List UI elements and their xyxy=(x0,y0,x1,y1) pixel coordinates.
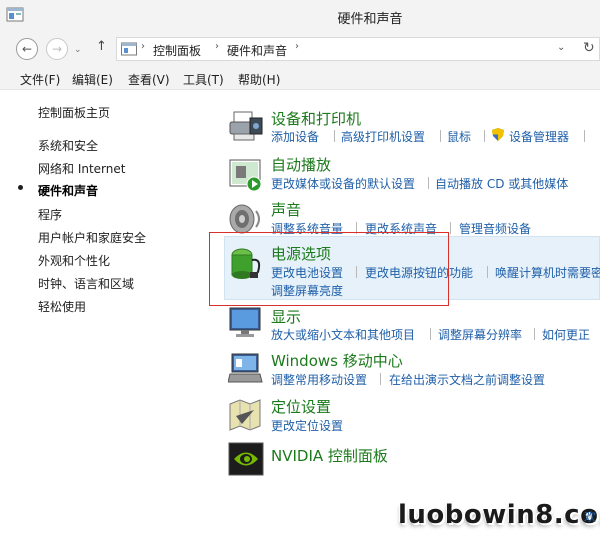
breadcrumb-separator: › xyxy=(295,41,299,52)
title-bar: 硬件和声音 xyxy=(0,0,600,32)
presentation-settings-link[interactable]: 在给出演示文档之前调整设置 xyxy=(389,371,545,388)
current-item-bullet xyxy=(18,185,23,190)
adjust-resolution-link[interactable]: 调整屏幕分辨率 xyxy=(438,326,522,343)
display-title[interactable]: 显示 xyxy=(271,306,301,327)
nav-network-internet[interactable]: 网络和 Internet xyxy=(38,160,125,177)
window-title: 硬件和声音 xyxy=(337,12,403,27)
link-separator xyxy=(450,222,451,234)
address-bar[interactable]: › 控制面板 › 硬件和声音 › ⌄ ↻ xyxy=(116,37,600,61)
menu-tools[interactable]: 工具(T) xyxy=(183,71,224,88)
location-icon[interactable] xyxy=(228,398,264,432)
make-text-larger-link[interactable]: 放大或缩小文本和其他项目 xyxy=(271,326,415,343)
adjust-mobility-settings-link[interactable]: 调整常用移动设置 xyxy=(271,371,367,388)
recent-locations-icon[interactable]: ⌄ xyxy=(74,45,82,55)
menu-help[interactable]: 帮助(H) xyxy=(238,71,280,88)
autoplay-cd-link[interactable]: 自动播放 CD 或其他媒体 xyxy=(435,175,568,192)
link-separator xyxy=(428,177,429,189)
link-separator xyxy=(584,130,585,142)
location-settings-title[interactable]: 定位设置 xyxy=(271,396,331,417)
nav-ease-of-access[interactable]: 轻松使用 xyxy=(38,298,86,315)
control-panel-icon xyxy=(121,42,137,56)
mobility-center-icon[interactable] xyxy=(228,352,264,386)
nav-system-security[interactable]: 系统和安全 xyxy=(38,137,98,154)
nav-clock-language-region[interactable]: 时钟、语言和区域 xyxy=(38,275,134,292)
link-separator xyxy=(380,373,381,385)
mobility-center-title[interactable]: Windows 移动中心 xyxy=(271,350,403,371)
link-separator xyxy=(484,130,485,142)
menu-view[interactable]: 查看(V) xyxy=(128,71,170,88)
menu-file[interactable]: 文件(F) xyxy=(20,71,60,88)
monitor-icon[interactable] xyxy=(228,306,264,340)
nav-control-panel-home[interactable]: 控制面板主页 xyxy=(38,104,110,121)
link-separator xyxy=(430,328,431,340)
refresh-icon[interactable]: ↻ xyxy=(583,40,595,56)
watermark-tail-text: 欢 xyxy=(584,510,597,524)
autoplay-icon[interactable] xyxy=(228,158,264,192)
breadcrumb-control-panel[interactable]: 控制面板 xyxy=(153,42,201,59)
autoplay-title[interactable]: 自动播放 xyxy=(271,154,331,175)
sound-title[interactable]: 声音 xyxy=(271,199,301,220)
link-separator xyxy=(534,328,535,340)
nav-appearance[interactable]: 外观和个性化 xyxy=(38,252,110,269)
breadcrumb-separator: › xyxy=(215,41,219,52)
mouse-link[interactable]: 鼠标 xyxy=(447,128,471,145)
nvidia-icon[interactable] xyxy=(228,442,264,476)
breadcrumb-hardware-sound[interactable]: 硬件和声音 xyxy=(227,42,287,59)
advanced-printer-setup-link[interactable]: 高级打印机设置 xyxy=(341,128,425,145)
speaker-icon[interactable] xyxy=(228,202,264,236)
manage-audio-devices-link[interactable]: 管理音频设备 xyxy=(459,220,531,237)
nav-hardware-sound: 硬件和声音 xyxy=(38,184,99,198)
link-separator xyxy=(440,130,441,142)
printer-icon[interactable] xyxy=(228,110,264,144)
change-media-defaults-link[interactable]: 更改媒体或设备的默认设置 xyxy=(271,175,415,192)
up-button[interactable]: ↑ xyxy=(96,39,107,54)
change-location-settings-link[interactable]: 更改定位设置 xyxy=(271,417,343,434)
link-separator xyxy=(334,130,335,142)
breadcrumb-separator: › xyxy=(141,41,145,52)
add-device-link[interactable]: 添加设备 xyxy=(271,128,319,145)
device-manager-link[interactable]: 设备管理器 xyxy=(509,128,569,145)
watermark-text: luobowin8.com xyxy=(398,500,600,530)
annotation-red-box xyxy=(209,232,449,306)
devices-printers-title[interactable]: 设备和打印机 xyxy=(271,108,361,129)
back-button[interactable]: ← xyxy=(16,38,38,60)
menu-edit[interactable]: 编辑(E) xyxy=(72,71,113,88)
require-password-on-wake-link[interactable]: 唤醒计算机时需要密 xyxy=(495,264,600,281)
shield-icon xyxy=(492,128,504,141)
navigation-bar: ← → ⌄ ↑ › 控制面板 › 硬件和声音 › ⌄ ↻ xyxy=(0,32,600,66)
forward-button[interactable]: → xyxy=(46,38,68,60)
nav-programs[interactable]: 程序 xyxy=(38,206,62,223)
menu-bar: 文件(F) 编辑(E) 查看(V) 工具(T) 帮助(H) xyxy=(0,66,600,90)
how-to-correct-link[interactable]: 如何更正 xyxy=(542,326,590,343)
address-dropdown-icon[interactable]: ⌄ xyxy=(557,42,565,53)
link-separator xyxy=(487,266,488,278)
nav-user-accounts[interactable]: 用户帐户和家庭安全 xyxy=(38,229,146,246)
nvidia-control-panel-title[interactable]: NVIDIA 控制面板 xyxy=(271,445,388,466)
